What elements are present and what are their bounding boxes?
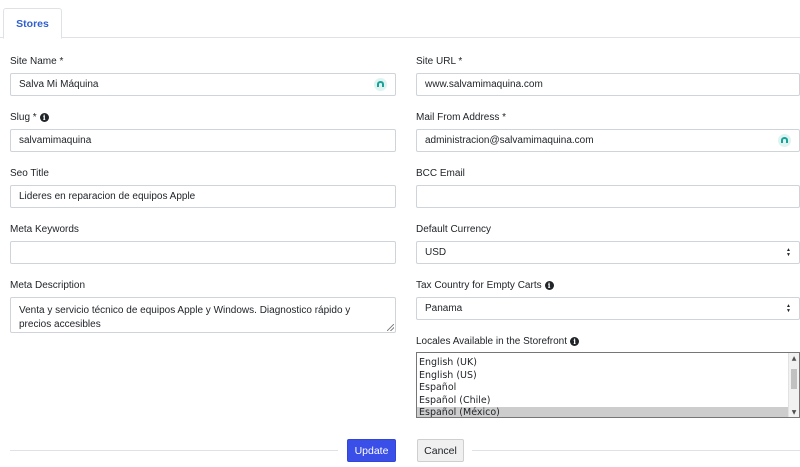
tab-bar: Stores [0, 0, 800, 39]
tab-stores[interactable]: Stores [3, 8, 62, 39]
seo-title-label: Seo Title [10, 168, 49, 179]
resize-grip-icon[interactable] [387, 324, 394, 331]
bcc-email-label: BCC Email [416, 168, 465, 179]
locales-options: English (UK) English (US) Español Españo… [417, 353, 788, 417]
info-icon[interactable]: i [544, 281, 554, 290]
meta-description-line: precios accesibles [19, 319, 101, 330]
tax-country-label-text: Tax Country for Empty Carts [416, 280, 542, 291]
locales-listbox[interactable]: English (UK) English (US) Español Españo… [416, 352, 800, 418]
scroll-down-icon[interactable]: ▼ [789, 407, 799, 417]
footer-divider-right [472, 450, 800, 451]
update-button[interactable]: Update [347, 439, 396, 462]
default-currency-value: USD [425, 247, 447, 258]
bcc-email-label-text: BCC Email [416, 168, 465, 179]
select-caret-icon: ▲ ▼ [786, 302, 791, 314]
list-option[interactable]: English (US) [417, 370, 788, 383]
select-caret-icon: ▲ ▼ [786, 246, 791, 258]
slug-label-text: Slug * [10, 112, 37, 123]
list-option-selected[interactable]: Español (México) [417, 407, 788, 417]
default-currency-select[interactable]: USD ▲ ▼ [416, 241, 800, 264]
mail-from-label-text: Mail From Address * [416, 112, 507, 123]
mail-from-label: Mail From Address * [416, 112, 506, 123]
footer-divider-left [10, 450, 338, 451]
meta-keywords-label-text: Meta Keywords [10, 224, 79, 235]
site-name-input[interactable]: Salva Mi Máquina [10, 73, 396, 96]
site-url-label: Site URL * [416, 56, 462, 67]
seo-title-input[interactable]: Lideres en reparacion de equipos Apple [10, 185, 396, 208]
info-icon[interactable]: i [570, 337, 580, 346]
mail-from-input[interactable]: administracion@salvamimaquina.com [416, 129, 800, 152]
meta-description-label: Meta Description [10, 280, 85, 291]
site-name-label-text: Site Name * [10, 56, 64, 67]
slug-label: Slug * i [10, 112, 49, 123]
scroll-up-icon[interactable]: ▲ [789, 353, 799, 363]
meta-description-textarea[interactable]: Venta y servicio técnico de equipos Appl… [10, 297, 396, 333]
tax-country-value: Panama [425, 303, 463, 314]
list-option[interactable]: Español (Chile) [417, 395, 788, 408]
meta-keywords-label: Meta Keywords [10, 224, 79, 235]
site-url-value: www.salvamimaquina.com [425, 79, 543, 90]
site-url-label-text: Site URL * [416, 56, 463, 67]
site-name-label: Site Name * [10, 56, 63, 67]
default-currency-label-text: Default Currency [416, 224, 492, 235]
site-name-value: Salva Mi Máquina [19, 79, 99, 90]
site-url-input[interactable]: www.salvamimaquina.com [416, 73, 800, 96]
password-manager-icon[interactable] [778, 134, 791, 147]
slug-value: salvamimaquina [19, 135, 92, 146]
bcc-email-input[interactable] [416, 185, 800, 208]
mail-from-value: administracion@salvamimaquina.com [425, 135, 594, 146]
seo-title-value: Lideres en reparacion de equipos Apple [19, 191, 196, 202]
cancel-button[interactable]: Cancel [417, 439, 464, 462]
list-option[interactable]: English (UK) [417, 357, 788, 370]
meta-description-line: Venta y servicio técnico de equipos Appl… [19, 305, 351, 316]
password-manager-icon[interactable] [374, 78, 387, 91]
info-icon[interactable]: i [39, 113, 49, 122]
scrollbar-thumb[interactable] [791, 369, 797, 389]
tax-country-select[interactable]: Panama ▲ ▼ [416, 297, 800, 320]
meta-description-label-text: Meta Description [10, 280, 86, 291]
seo-title-label-text: Seo Title [10, 168, 49, 179]
tax-country-label: Tax Country for Empty Carts i [416, 280, 554, 291]
locales-label-text: Locales Available in the Storefront [416, 336, 568, 347]
locales-label: Locales Available in the Storefront i [416, 336, 580, 347]
list-option[interactable]: Español [417, 382, 788, 395]
default-currency-label: Default Currency [416, 224, 491, 235]
meta-keywords-input[interactable] [10, 241, 396, 264]
listbox-scrollbar[interactable]: ▲ ▼ [788, 353, 799, 417]
slug-input[interactable]: salvamimaquina [10, 129, 396, 152]
